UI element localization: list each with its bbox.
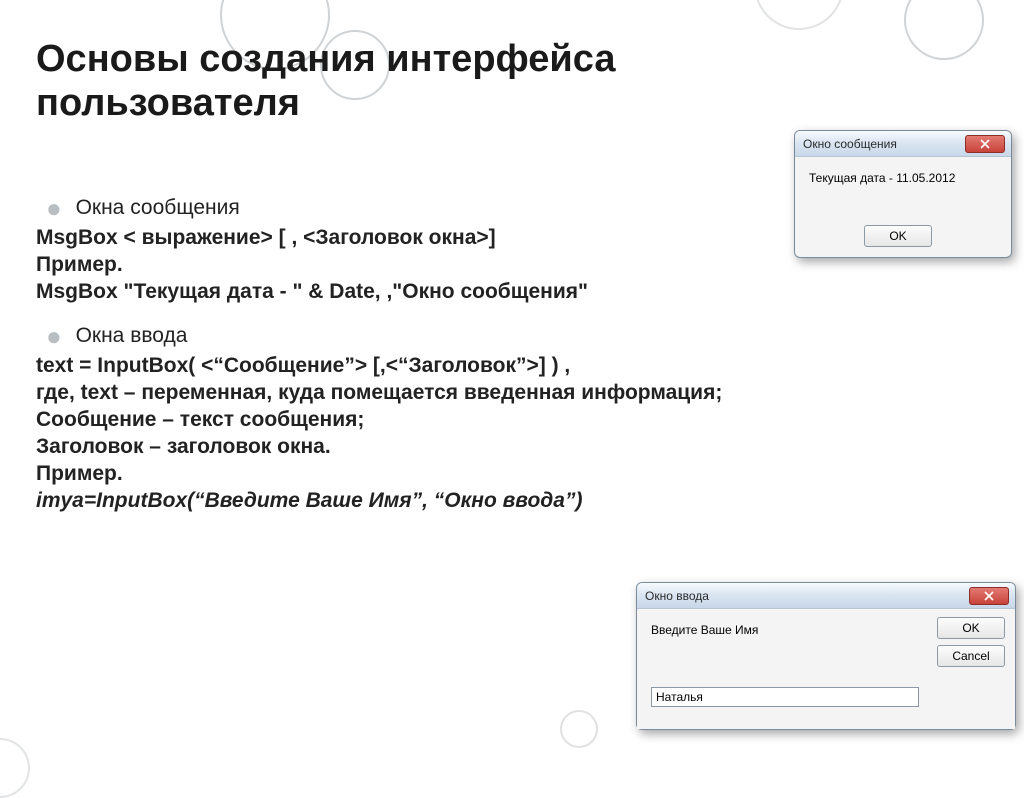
msgbox-title: Окно сообщения <box>803 137 965 151</box>
decorative-circle <box>904 0 984 60</box>
inputbox-body: Введите Ваше Имя OK Cancel <box>637 609 1015 729</box>
ok-button[interactable]: OK <box>937 617 1005 639</box>
inputbox-desc-2: Сообщение – текст сообщения; <box>36 408 364 431</box>
close-icon[interactable] <box>969 587 1009 605</box>
msgbox-text: Текущая дата - 11.05.2012 <box>809 171 997 185</box>
msgbox-syntax: MsgBox < выражение> [ , <Заголовок окна>… <box>36 226 496 249</box>
inputbox-dialog: Окно ввода Введите Ваше Имя OK Cancel <box>636 582 1016 730</box>
inputbox-example-label: Пример. <box>36 462 123 485</box>
inputbox-syntax: text = InputBox( <“Сообщение”> [,<“Загол… <box>36 354 570 377</box>
inputbox-example-code: imya=InputBox(“Введите Ваше Имя”, “Окно … <box>36 489 582 512</box>
inputbox-title: Окно ввода <box>645 589 969 603</box>
section-heading-inputbox: Окна ввода <box>76 324 188 347</box>
slide-body: ● Окна сообщения MsgBox < выражение> [ ,… <box>36 192 776 514</box>
inputbox-titlebar[interactable]: Окно ввода <box>637 583 1015 609</box>
section-heading-msgbox: Окна сообщения <box>76 196 240 219</box>
bullet-icon: ● <box>46 192 62 225</box>
ok-button[interactable]: OK <box>864 225 932 247</box>
inputbox-text-field[interactable] <box>651 687 919 707</box>
bullet-icon: ● <box>46 320 62 353</box>
title-line-1: Основы создания интерфейса <box>36 38 616 80</box>
decorative-circle <box>560 710 598 748</box>
close-icon[interactable] <box>965 135 1005 153</box>
decorative-circle <box>754 0 844 30</box>
msgbox-dialog: Окно сообщения Текущая дата - 11.05.2012… <box>794 130 1012 258</box>
msgbox-body: Текущая дата - 11.05.2012 <box>795 157 1011 215</box>
msgbox-example-label: Пример. <box>36 253 123 276</box>
cancel-button[interactable]: Cancel <box>937 645 1005 667</box>
title-line-2: пользователя <box>36 82 300 124</box>
msgbox-example-code: MsgBox "Текущая дата - " & Date, ,"Окно … <box>36 280 588 303</box>
slide-title: Основы создания интерфейса пользователя <box>36 38 616 125</box>
msgbox-titlebar[interactable]: Окно сообщения <box>795 131 1011 157</box>
inputbox-desc-3: Заголовок – заголовок окна. <box>36 435 331 458</box>
decorative-circle <box>0 738 30 798</box>
inputbox-desc-1: где, text – переменная, куда помещается … <box>36 381 722 404</box>
